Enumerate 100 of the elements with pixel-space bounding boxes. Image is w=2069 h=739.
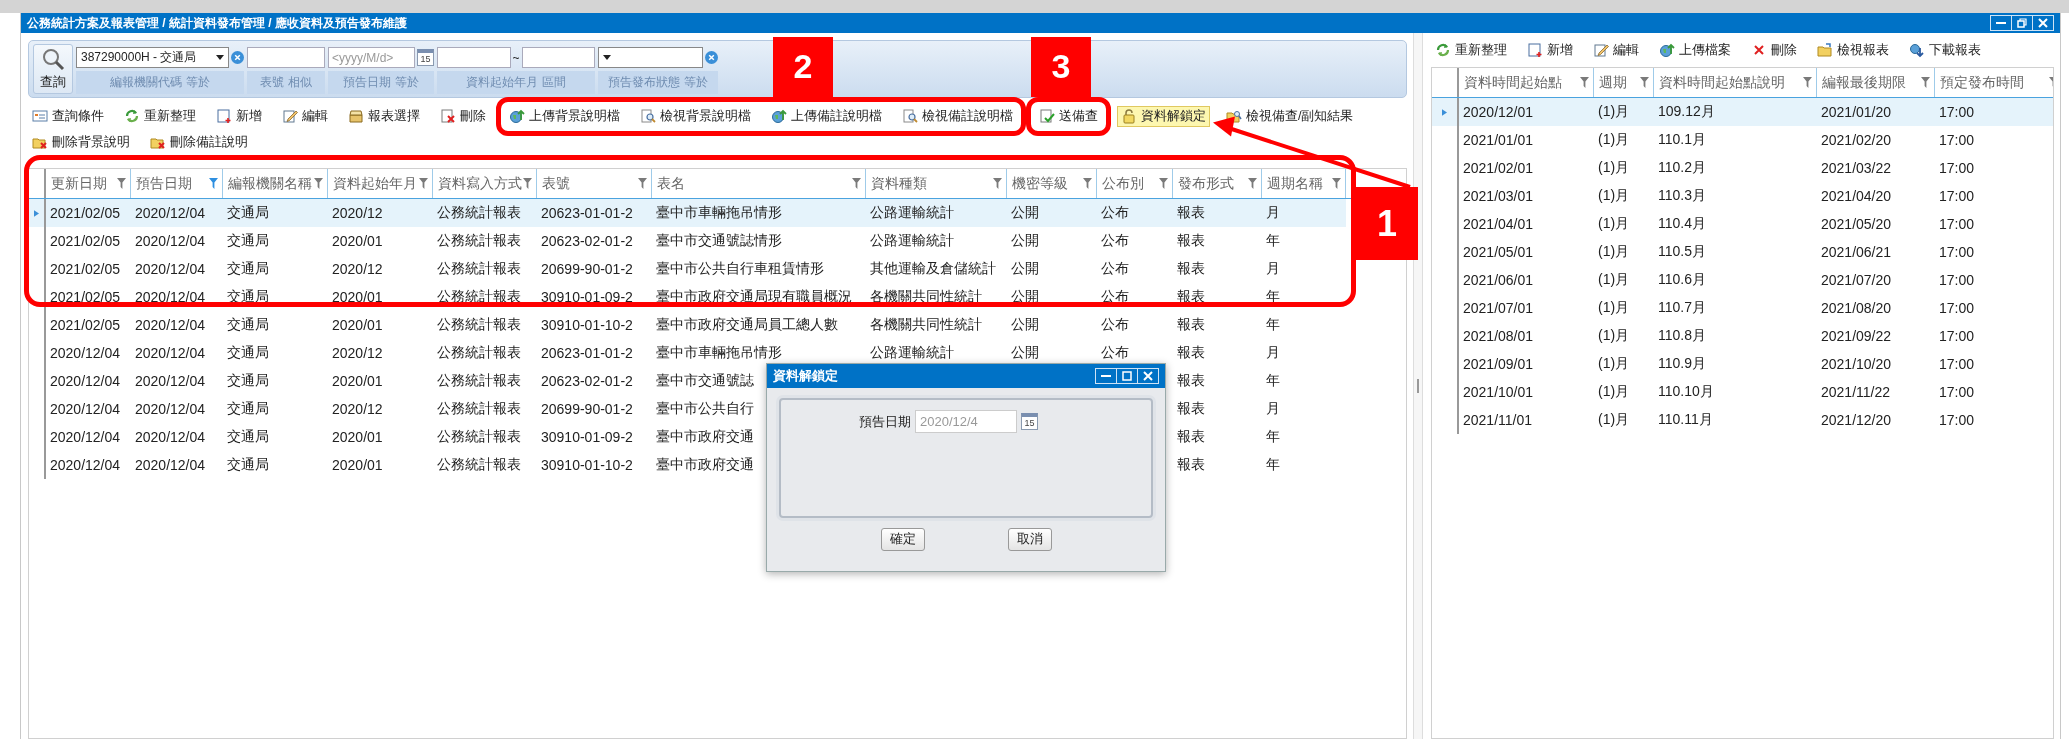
table-row[interactable]: 2020/12/01 (1)月 109.12月 2021/01/20 17:00 [1432, 98, 2053, 126]
table-cell: 20623-01-01-2 [541, 205, 633, 221]
table-row[interactable]: 2021/11/01 (1)月 110.11月 2021/12/20 17:00 [1432, 406, 2053, 434]
table-row[interactable]: 2021/04/01 (1)月 110.4月 2021/05/20 17:00 [1432, 210, 2053, 238]
dropdown-field[interactable] [598, 47, 703, 68]
table-row[interactable]: 2021/02/05 2020/12/04 交通局 2020/01 公務統計報表 30910-01-10-2 臺中市政府交通局員工總人數 各機關共同性統計 公開 公布 報表 年 [29, 311, 1346, 339]
toolbar-button[interactable]: 編輯 [1589, 39, 1643, 61]
input-field[interactable] [437, 47, 511, 68]
toolbar-button[interactable]: 新增 [212, 105, 266, 127]
dialog-button[interactable]: 取消 [1007, 528, 1052, 551]
table-cell: 20623-02-01-2 [541, 233, 633, 249]
column-header[interactable]: 資料寫入方式 [433, 169, 537, 198]
table-row[interactable]: 2021/08/01 (1)月 110.8月 2021/09/22 17:00 [1432, 322, 2053, 350]
toolbar-button[interactable]: 送備查 [1035, 105, 1102, 127]
toolbar-button[interactable]: 刪除 [436, 105, 490, 127]
filter-icon[interactable] [1580, 77, 1589, 88]
toolbar-button[interactable]: 刪除 [1747, 39, 1801, 61]
minimize-button[interactable] [1095, 368, 1117, 384]
column-header[interactable]: 更新日期 [46, 169, 131, 198]
toolbar-button[interactable]: 下載報表 [1905, 39, 1985, 61]
table-row[interactable]: 2021/07/01 (1)月 110.7月 2021/08/20 17:00 [1432, 294, 2053, 322]
close-button[interactable] [1137, 368, 1159, 384]
column-header[interactable]: 預定發布時間 [1935, 68, 2053, 97]
input-field[interactable] [247, 47, 325, 68]
table-row[interactable]: 2021/05/01 (1)月 110.5月 2021/06/21 17:00 [1432, 238, 2053, 266]
filter-icon[interactable] [117, 178, 126, 189]
table-cell: 20623-01-01-2 [541, 345, 633, 361]
filter-icon[interactable] [993, 178, 1002, 189]
close-button[interactable] [2032, 15, 2054, 31]
column-header[interactable]: 資料種類 [866, 169, 1007, 198]
table-row[interactable]: 2021/02/05 2020/12/04 交通局 2020/12 公務統計報表 20699-90-01-2 臺中市公共自行車租賃情形 其他運輸及倉儲統計 公開 公布 報表 月 [29, 255, 1346, 283]
close-icon [2038, 18, 2048, 28]
filter-icon[interactable] [1921, 77, 1930, 88]
toolbar-button[interactable]: 檢視背景說明檔 [636, 105, 755, 127]
toolbar-button[interactable]: 查詢條件 [28, 105, 108, 127]
calendar-icon[interactable]: 15 [417, 49, 434, 66]
column-header[interactable]: 資料起始年月 [328, 169, 433, 198]
filter-icon[interactable] [852, 178, 861, 189]
toolbar-button[interactable]: 重新整理 [1431, 39, 1511, 61]
toolbar-button[interactable]: 編輯 [278, 105, 332, 127]
filter-icon[interactable] [1640, 77, 1649, 88]
column-header[interactable]: 表號 [537, 169, 652, 198]
column-header[interactable]: 資料時間起始點 [1459, 68, 1594, 97]
column-header[interactable]: 發布形式 [1173, 169, 1262, 198]
table-row[interactable]: 2021/03/01 (1)月 110.3月 2021/04/20 17:00 [1432, 182, 2053, 210]
search-button[interactable]: 查詢 [33, 44, 73, 94]
toolbar-button[interactable]: 報表選擇 [344, 105, 424, 127]
input-field[interactable] [521, 47, 595, 68]
column-header[interactable]: 公布別 [1097, 169, 1173, 198]
table-row[interactable]: 2021/06/01 (1)月 110.6月 2021/07/20 17:00 [1432, 266, 2053, 294]
toolbar-button[interactable]: 刪除備註說明 [146, 131, 252, 153]
column-header[interactable]: 編報機關名稱 [223, 169, 328, 198]
toolbar-button[interactable]: 重新整理 [120, 105, 200, 127]
filter-icon[interactable] [1159, 178, 1168, 189]
table-row[interactable]: 2021/02/05 2020/12/04 交通局 2020/01 公務統計報表 20623-02-01-2 臺中市交通號誌情形 公路運輸統計 公開 公布 報表 年 [29, 227, 1346, 255]
toolbar-button[interactable]: 上傳備註說明檔 [767, 105, 886, 127]
column-header[interactable]: 週期名稱 [1262, 169, 1346, 198]
check-document-icon [1039, 108, 1055, 124]
column-header[interactable]: 表名 [652, 169, 866, 198]
view-document-icon [902, 108, 918, 124]
clear-icon[interactable] [231, 51, 244, 64]
column-header[interactable]: 機密等級 [1007, 169, 1097, 198]
table-row[interactable]: 2020/12/04 2020/12/04 交通局 2020/12 公務統計報表 20623-01-01-2 臺中市車輛拖吊情形 公路運輸統計 公開 公布 報表 月 [29, 339, 1346, 367]
filter-icon[interactable] [209, 178, 218, 189]
toolbar-button[interactable]: 刪除背景說明 [28, 131, 134, 153]
table-row[interactable]: 2021/09/01 (1)月 110.9月 2021/10/20 17:00 [1432, 350, 2053, 378]
table-row[interactable]: 2020/12/04 2020/12/04 交通局 2020/01 公務統計報表 30910-01-10-2 臺中市政府交通 報表 年 [29, 451, 1346, 479]
filter-icon[interactable] [1248, 178, 1257, 189]
window-title: 公務統計方案及報表管理 / 統計資料發布管理 / 應收資料及預告發布維護 [27, 14, 407, 32]
search-icon [41, 47, 65, 71]
toolbar-button[interactable]: 上傳檔案 [1655, 39, 1735, 61]
filter-icon[interactable] [419, 178, 428, 189]
restore-button[interactable] [2011, 15, 2033, 31]
minimize-button[interactable] [1990, 15, 2012, 31]
clear-icon[interactable] [705, 51, 718, 64]
toolbar-button[interactable]: 上傳背景說明檔 [505, 105, 624, 127]
refresh-icon [124, 108, 140, 124]
toolbar-button[interactable]: 檢視報表 [1813, 39, 1893, 61]
date-field[interactable]: <yyyy/M/d> [328, 47, 415, 68]
toolbar-button[interactable]: 新增 [1523, 39, 1577, 61]
filter-icon[interactable] [638, 178, 647, 189]
toolbar-button[interactable]: 檢視備註說明檔 [898, 105, 1017, 127]
column-header[interactable]: 編報最後期限 [1817, 68, 1935, 97]
column-header[interactable]: 預告日期 [131, 169, 223, 198]
table-row[interactable]: 2021/10/01 (1)月 110.10月 2021/11/22 17:00 [1432, 378, 2053, 406]
filter-icon[interactable] [1332, 178, 1341, 189]
column-header[interactable]: 資料時間起始點說明 [1654, 68, 1817, 97]
table-row[interactable]: 2021/02/05 2020/12/04 交通局 2020/12 公務統計報表 20623-01-01-2 臺中市車輛拖吊情形 公路運輸統計 公開 公布 報表 月 [29, 199, 1346, 227]
table-row[interactable]: 2021/01/01 (1)月 110.1月 2021/02/20 17:00 [1432, 126, 2053, 154]
column-header[interactable]: 週期 [1594, 68, 1654, 97]
toolbar-button[interactable]: 資料解鎖定 [1117, 105, 1210, 127]
filter-icon[interactable] [1083, 178, 1092, 189]
dropdown-field[interactable]: 387290000H - 交通局 [76, 47, 229, 68]
filter-icon[interactable] [523, 178, 532, 189]
maximize-button[interactable] [1116, 368, 1138, 384]
dialog-button[interactable]: 確定 [880, 528, 925, 551]
table-row[interactable]: 2021/02/01 (1)月 110.2月 2021/03/22 17:00 [1432, 154, 2053, 182]
calendar-icon[interactable]: 15 [1021, 413, 1038, 430]
filter-icon[interactable] [1803, 77, 1812, 88]
filter-icon[interactable] [314, 178, 323, 189]
